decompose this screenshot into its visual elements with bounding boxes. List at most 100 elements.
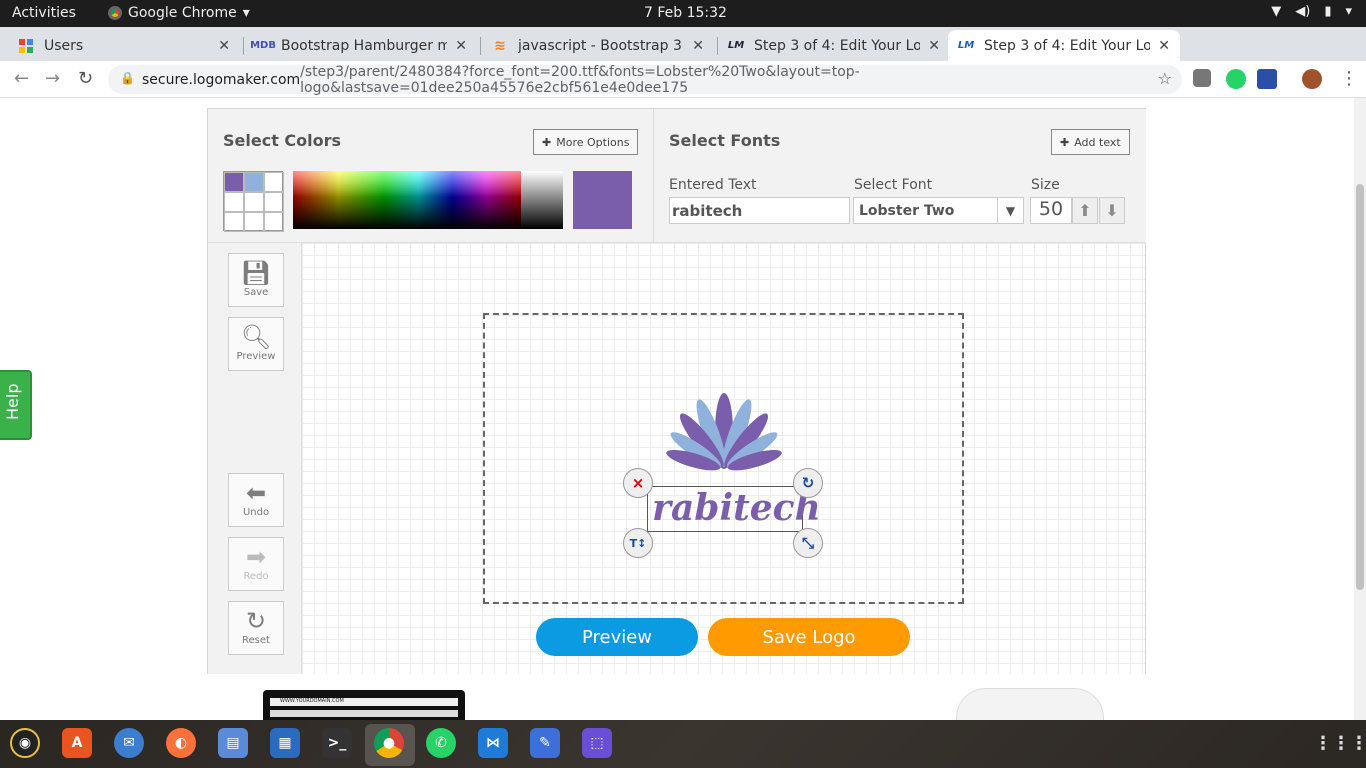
close-icon[interactable]: ✕ [455,38,467,54]
app-grid-icon[interactable]: ⋮⋮⋮ [1314,728,1366,758]
files-icon[interactable]: ▤ [218,728,248,758]
redo-button[interactable]: ➡ Redo [228,537,284,591]
tab-title: Step 3 of 4: Edit Your Log [754,37,921,54]
tab-users[interactable]: Users ✕ [8,30,240,61]
whatsapp-icon[interactable]: ✆ [426,728,456,758]
save-label: Save [243,287,269,298]
add-text-button[interactable]: ✚ Add text [1051,129,1130,155]
magnifier-icon: 🔍︎ [240,323,272,351]
app-name: Google Chrome [128,5,237,21]
close-icon[interactable]: ✕ [928,38,940,54]
close-icon[interactable]: ✕ [692,38,704,54]
save-logo-button[interactable]: Save Logo [708,618,910,656]
plus-icon: ✚ [542,135,552,149]
chevron-down-icon: ▾ [1345,4,1352,19]
dock: ◉ A ✉ ◐ ▤ ▦ >_ ● ✆ ⋈ ✎ ⬚ ⋮⋮⋮ [0,720,1366,768]
size-up-icon[interactable]: ⬆ [1072,197,1098,224]
reload-icon[interactable]: ↻ [78,68,93,89]
extension-icon[interactable] [1257,69,1277,89]
tab-logomaker-step3-active[interactable]: LM Step 3 of 4: Edit Your Log ✕ [948,30,1180,61]
stackoverflow-favicon-icon: ≋ [494,37,506,54]
logo-canvas[interactable]: rabitech × ↻ T↕ ⤡ Preview Save Logo [302,243,1145,674]
profile-avatar[interactable] [1302,69,1322,89]
tab-strip: Users ✕ MDB Bootstrap Hamburger m ✕ ≋ ja… [0,27,1366,83]
browser-toolbar: ← → ↻ 🔒 secure.logomaker.com/step3/paren… [0,61,1366,98]
resize-handle-icon[interactable]: ⤡ [793,528,823,558]
tab-title: javascript - Bootstrap 3 N [518,37,685,54]
system-top-bar: Activities Google Chrome ▾ 7 Feb 15:32 ▼… [0,0,1366,27]
thunderbird-icon[interactable]: ✉ [114,728,144,758]
mdb-favicon-icon: MDB [250,40,276,51]
promo-url: WWW.YOURDOMAIN.COM [270,698,458,706]
app-menu[interactable]: Google Chrome ▾ [108,5,250,21]
tab-bootstrap-hamburger[interactable]: MDB Bootstrap Hamburger m ✕ [245,30,477,61]
close-icon[interactable]: ✕ [218,38,230,54]
address-bar[interactable]: 🔒 secure.logomaker.com/step3/parent/2480… [108,64,1182,96]
url-host: secure.logomaker.com [142,71,301,88]
chevron-down-icon: ▼ [997,198,1023,223]
size-input[interactable]: 50 [1030,197,1072,224]
colors-title: Select Colors [223,131,342,150]
preview-label: Preview [236,351,276,362]
undo-button[interactable]: ⬅ Undo [228,473,284,527]
logo-text[interactable]: rabitech [652,487,821,529]
rhythmbox-icon[interactable]: ◉ [10,728,40,758]
size-label: Size [1031,177,1060,193]
color-swatch[interactable] [264,212,284,232]
firefox-icon[interactable]: ◐ [166,728,196,758]
tab-javascript-bootstrap[interactable]: ≋ javascript - Bootstrap 3 N ✕ [482,30,714,61]
clock[interactable]: 7 Feb 15:32 [644,5,727,21]
color-swatch[interactable] [244,212,264,232]
fonts-title: Select Fonts [669,131,781,150]
vscode-icon[interactable]: ⋈ [478,728,508,758]
extension-cube-icon[interactable] [1193,69,1211,87]
delete-handle-icon[interactable]: × [623,468,653,498]
system-tray[interactable]: ▼ ◀) ▮ ▾ [1271,4,1352,19]
writer-icon[interactable]: ▦ [270,728,300,758]
software-center-icon[interactable]: A [62,728,92,758]
color-swatch[interactable] [244,192,264,212]
color-swatch[interactable] [244,172,264,192]
forward-icon[interactable]: → [45,68,60,89]
color-swatch[interactable] [264,172,284,192]
color-swatch[interactable] [224,192,244,212]
tab-title: Bootstrap Hamburger m [281,37,448,54]
back-icon[interactable]: ← [14,68,29,89]
chrome-icon[interactable]: ● [374,728,404,758]
tab-title: Users [44,37,84,54]
save-button[interactable]: 💾︎ Save [228,253,284,307]
text-editor-icon[interactable]: ✎ [530,728,560,758]
whatsapp-extension-icon[interactable] [1226,69,1246,89]
more-options-button[interactable]: ✚ More Options [533,129,639,155]
size-down-icon[interactable]: ⬇ [1099,197,1125,224]
color-swatch[interactable] [264,192,284,212]
color-spectrum-picker[interactable] [293,171,521,229]
text-edit-handle-icon[interactable]: T↕ [623,528,653,558]
rotate-handle-icon[interactable]: ↻ [793,468,823,498]
bookmark-star-icon[interactable]: ☆ [1158,69,1172,88]
menu-kebab-icon[interactable]: ⋮ [1340,68,1358,89]
activities-button[interactable]: Activities [12,5,76,21]
select-font-label: Select Font [854,177,933,193]
current-color-preview [573,171,632,229]
entered-text-input[interactable]: rabitech [669,197,850,224]
color-swatch-grid[interactable] [223,171,284,232]
close-icon[interactable]: ✕ [1158,38,1170,54]
page-scrollbar[interactable] [1354,98,1366,720]
terminal-icon[interactable]: >_ [322,728,352,758]
help-tab[interactable]: Help [0,370,32,440]
brightness-picker[interactable] [521,171,563,229]
preview-tool-button[interactable]: 🔍︎ Preview [228,317,284,371]
lotus-logo-icon[interactable] [646,385,802,473]
chevron-down-icon: ▾ [242,5,250,21]
fonts-panel: Select Fonts ✚ Add text Entered Text rab… [654,109,1146,243]
reset-button[interactable]: ↻ Reset [228,601,284,655]
color-swatch[interactable] [224,212,244,232]
font-select[interactable]: Lobster Two ▼ [853,197,1024,224]
promo-laptop-image: WWW.YOURDOMAIN.COM [263,690,465,720]
tab-logomaker-step3[interactable]: LM Step 3 of 4: Edit Your Log ✕ [718,30,950,61]
color-swatch[interactable] [224,172,244,192]
preview-button[interactable]: Preview [536,618,698,656]
screenshot-icon[interactable]: ⬚ [582,728,612,758]
selected-font: Lobster Two [859,203,955,219]
